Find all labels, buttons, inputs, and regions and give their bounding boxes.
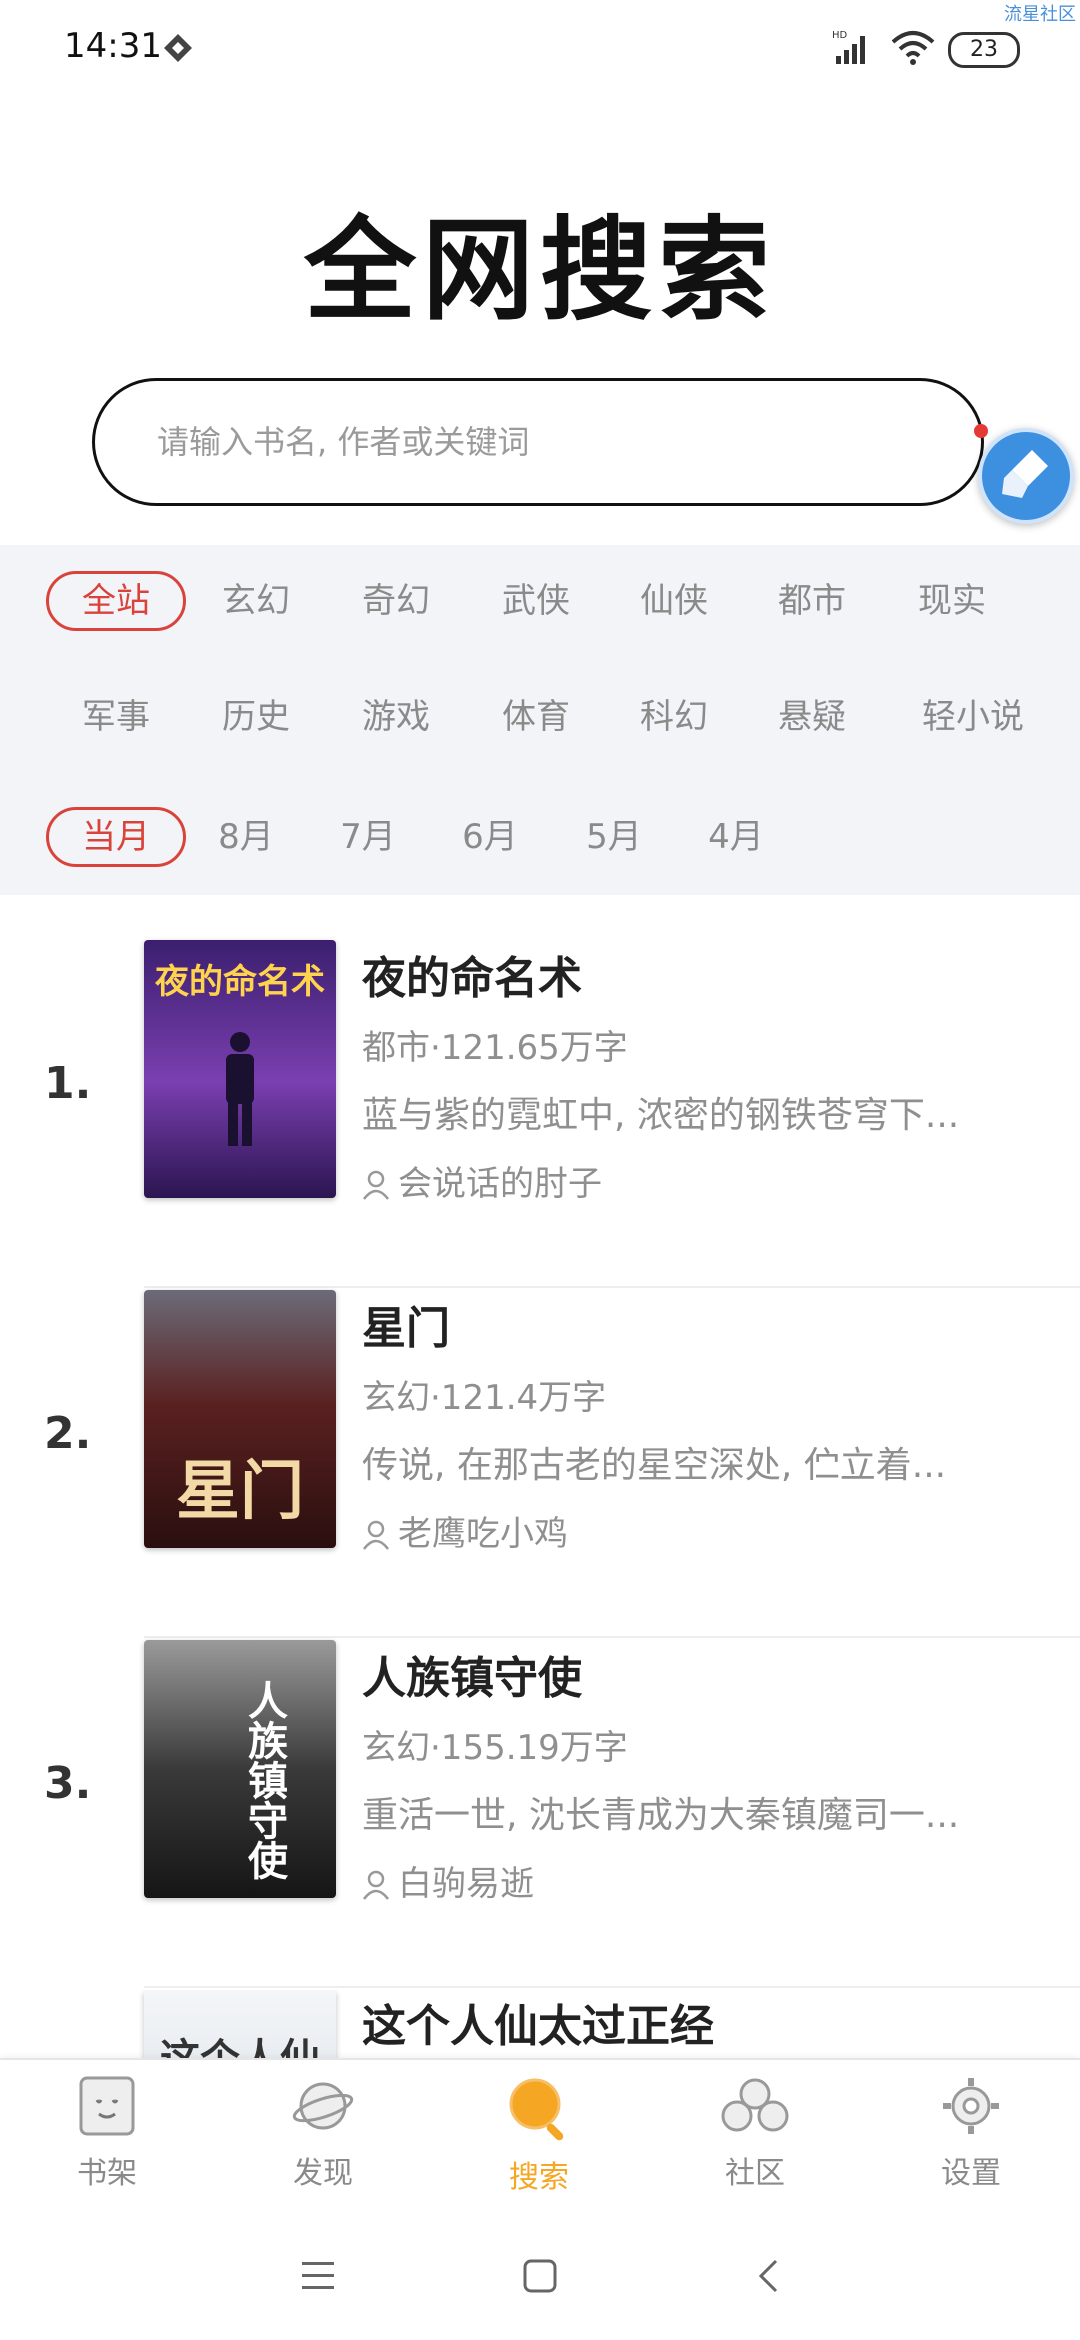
category-chip[interactable]: 历史 bbox=[196, 687, 316, 747]
book-author: 会说话的肘子 bbox=[362, 1156, 602, 1205]
book-title: 星门 bbox=[362, 1303, 450, 1354]
tab-label: 设置 bbox=[941, 2156, 1001, 2191]
notification-icon bbox=[164, 34, 192, 62]
brush-icon bbox=[1002, 450, 1048, 498]
month-chip[interactable]: 5月 bbox=[564, 807, 664, 867]
book-cover: 星门 bbox=[144, 1290, 336, 1548]
tab-search[interactable]: 搜索 bbox=[464, 2074, 614, 2196]
book-item[interactable]: 这个人仙 这个人仙太过正经 bbox=[0, 1990, 1080, 2058]
filter-panel: 全站 玄幻 奇幻 武侠 仙侠 都市 现实 军事 历史 游戏 体育 科幻 悬疑 轻… bbox=[0, 545, 1080, 895]
author-name: 会说话的肘子 bbox=[398, 1164, 602, 1204]
category-chip[interactable]: 武侠 bbox=[476, 571, 596, 631]
book-meta: 玄幻·155.19万字 bbox=[362, 1728, 628, 1768]
book-title: 人族镇守使 bbox=[362, 1653, 582, 1704]
author-name: 老鹰吃小鸡 bbox=[398, 1514, 568, 1554]
category-chip[interactable]: 玄幻 bbox=[196, 571, 316, 631]
tab-bookshelf[interactable]: 书架 bbox=[32, 2074, 182, 2192]
wifi-icon bbox=[891, 31, 935, 65]
menu-icon[interactable] bbox=[300, 2260, 336, 2292]
gear-icon bbox=[943, 2078, 999, 2134]
book-cover: 这个人仙 bbox=[144, 1990, 336, 2058]
book-description: 传说, 在那古老的星空深处, 伫立着... bbox=[362, 1445, 947, 1486]
category-chip[interactable]: 奇幻 bbox=[336, 571, 456, 631]
user-icon bbox=[363, 1170, 389, 1200]
category-chip[interactable]: 现实 bbox=[892, 571, 1012, 631]
cover-title: 星门 bbox=[176, 1455, 304, 1529]
category-chip[interactable]: 都市 bbox=[752, 571, 872, 631]
tab-community[interactable]: 社区 bbox=[680, 2074, 830, 2192]
author-name: 白驹易逝 bbox=[398, 1864, 534, 1904]
tab-settings[interactable]: 设置 bbox=[896, 2074, 1046, 2192]
book-title: 夜的命名术 bbox=[362, 953, 582, 1004]
book-description: 重活一世, 沈长青成为大秦镇魔司一... bbox=[362, 1795, 960, 1836]
search-bar[interactable] bbox=[92, 378, 984, 506]
category-chip[interactable]: 轻小说 bbox=[908, 687, 1038, 747]
tab-label: 搜索 bbox=[509, 2160, 569, 2195]
month-chip[interactable]: 8月 bbox=[196, 807, 296, 867]
clean-button[interactable] bbox=[978, 428, 1074, 524]
tab-label: 书架 bbox=[77, 2156, 137, 2191]
divider bbox=[144, 1986, 1080, 1988]
svg-text:HD: HD bbox=[832, 30, 848, 41]
system-navigation-bar bbox=[0, 2212, 1080, 2340]
home-icon[interactable] bbox=[522, 2258, 558, 2294]
cover-title: 人族镇守使 bbox=[241, 1680, 287, 1880]
category-chip[interactable]: 军事 bbox=[56, 687, 176, 747]
search-icon bbox=[509, 2078, 564, 2141]
category-chip[interactable]: 体育 bbox=[476, 687, 596, 747]
cover-title: 夜的命名术 bbox=[155, 962, 325, 1002]
divider bbox=[144, 1636, 1080, 1638]
page-title: 全网搜索 bbox=[304, 206, 776, 336]
month-chip[interactable]: 6月 bbox=[440, 807, 540, 867]
month-chip-current[interactable]: 当月 bbox=[46, 807, 186, 867]
book-meta: 玄幻·121.4万字 bbox=[362, 1378, 607, 1418]
planet-icon bbox=[292, 2082, 354, 2130]
bottom-tab-bar: 书架 发现 搜索 社区 设置 bbox=[0, 2058, 1080, 2212]
book-rank: 1. bbox=[44, 1058, 92, 1109]
battery-indicator: 23 bbox=[948, 32, 1020, 68]
status-bar: 14:31 HD 23 bbox=[0, 0, 1080, 100]
tab-discover[interactable]: 发现 bbox=[248, 2074, 398, 2192]
status-time: 14:31 bbox=[64, 26, 162, 66]
book-author: 老鹰吃小鸡 bbox=[362, 1506, 568, 1555]
category-chip-all[interactable]: 全站 bbox=[46, 571, 186, 631]
book-item[interactable]: 3. 人族镇守使 人族镇守使 玄幻·155.19万字 重活一世, 沈长青成为大秦… bbox=[0, 1640, 1080, 1988]
category-chip[interactable]: 游戏 bbox=[336, 687, 456, 747]
cover-title: 这个人仙 bbox=[144, 2026, 336, 2058]
community-icon bbox=[721, 2078, 789, 2132]
signal-icon: HD bbox=[832, 30, 865, 64]
book-meta: 都市·121.65万字 bbox=[362, 1028, 628, 1068]
tab-label: 发现 bbox=[293, 2156, 353, 2191]
book-rank: 3. bbox=[44, 1758, 92, 1809]
category-chip[interactable]: 悬疑 bbox=[752, 687, 872, 747]
book-item[interactable]: 1. 夜的命名术 夜的命名术 都市·121.65万字 蓝与紫的霓虹中, 浓密的钢… bbox=[0, 940, 1080, 1288]
book-description: 蓝与紫的霓虹中, 浓密的钢铁苍穹下... bbox=[362, 1095, 960, 1136]
book-cover: 夜的命名术 bbox=[144, 940, 336, 1198]
user-icon bbox=[363, 1520, 389, 1550]
month-chip[interactable]: 4月 bbox=[686, 807, 786, 867]
category-chip[interactable]: 科幻 bbox=[614, 687, 734, 747]
watermark: 流星社区 bbox=[1004, 4, 1076, 25]
book-title: 这个人仙太过正经 bbox=[362, 2001, 714, 2052]
book-rank: 2. bbox=[44, 1408, 92, 1459]
divider bbox=[144, 1286, 1080, 1288]
month-chip[interactable]: 7月 bbox=[318, 807, 418, 867]
cover-figure bbox=[226, 1032, 254, 1146]
book-item[interactable]: 2. 星门 星门 玄幻·121.4万字 传说, 在那古老的星空深处, 伫立着..… bbox=[0, 1290, 1080, 1638]
tab-label: 社区 bbox=[725, 2156, 785, 2191]
search-input[interactable] bbox=[155, 409, 919, 475]
book-cover: 人族镇守使 bbox=[144, 1640, 336, 1898]
book-author: 白驹易逝 bbox=[362, 1856, 534, 1905]
user-icon bbox=[363, 1870, 389, 1900]
back-icon[interactable] bbox=[756, 2258, 780, 2294]
bookshelf-icon bbox=[79, 2076, 135, 2136]
category-chip[interactable]: 仙侠 bbox=[614, 571, 734, 631]
